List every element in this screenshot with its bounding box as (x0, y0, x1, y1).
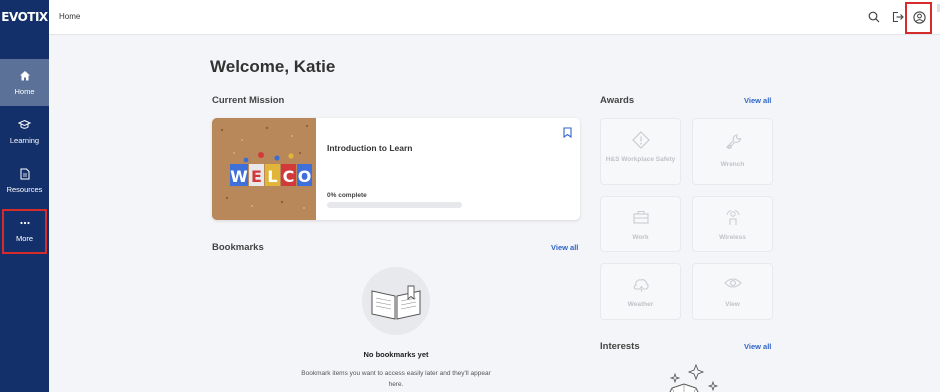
award-card[interactable]: Wireless (692, 196, 773, 252)
evotix-logo[interactable]: EVOTIX (0, 10, 49, 24)
graduation-cap-icon (0, 119, 49, 131)
award-label: Work (632, 234, 649, 241)
award-label: Wireless (719, 234, 746, 241)
svg-text:E: E (251, 167, 262, 186)
award-card[interactable]: Work (600, 196, 681, 252)
logout-icon[interactable] (891, 10, 905, 24)
current-mission-card[interactable]: W E L C O Introduction to Learn 0% compl… (212, 118, 580, 220)
wrench-icon (693, 133, 772, 151)
svg-text:W: W (230, 167, 248, 186)
mission-progress-bar (327, 202, 462, 208)
award-card[interactable]: View (692, 263, 773, 320)
sidebar-item-label: Home (14, 87, 35, 96)
highlight-box-account (905, 2, 932, 34)
welcome-heading: Welcome, Katie (210, 57, 336, 76)
empty-bookmarks-title: No bookmarks yet (363, 350, 429, 359)
interests-title: Interests (600, 341, 640, 352)
mission-thumbnail: W E L C O (212, 118, 316, 220)
award-card[interactable]: Weather (600, 263, 681, 320)
top-bar: Home (49, 0, 940, 35)
award-label: View (725, 301, 740, 308)
svg-text:C: C (283, 167, 295, 186)
awards-view-all-link[interactable]: View all (744, 96, 771, 105)
empty-bookmarks-description: Bookmark items you want to access easily… (301, 370, 491, 388)
interests-illustration (648, 360, 720, 392)
highlight-box-more (2, 209, 47, 254)
awards-title: Awards (600, 95, 635, 106)
bookmarks-view-all-link[interactable]: View all (551, 243, 578, 252)
document-icon (0, 168, 49, 180)
bookmark-icon[interactable] (563, 125, 572, 143)
sidebar: EVOTIX Home Learning Resources More (0, 0, 49, 392)
breadcrumb[interactable]: Home (59, 12, 80, 21)
wireless-icon (693, 209, 772, 227)
bookmarks-title: Bookmarks (212, 242, 264, 253)
interests-view-all-link[interactable]: View all (744, 342, 771, 351)
award-label: H&S Workplace Safety (605, 156, 676, 163)
svg-text:O: O (298, 167, 312, 186)
mission-progress-label: 0% complete (327, 192, 367, 199)
weather-icon (601, 276, 680, 294)
sidebar-item-home[interactable]: Home (0, 59, 49, 106)
sidebar-item-learning[interactable]: Learning (0, 108, 49, 155)
search-icon[interactable] (867, 10, 881, 24)
sidebar-item-resources[interactable]: Resources (0, 157, 49, 204)
eye-icon (693, 276, 772, 290)
warning-diamond-icon (601, 131, 680, 149)
award-label: Wrench (720, 161, 745, 168)
award-label: Weather (627, 301, 654, 308)
current-mission-title: Current Mission (212, 95, 285, 106)
sidebar-item-label: Learning (9, 136, 40, 145)
mission-course-title[interactable]: Introduction to Learn (327, 143, 412, 153)
award-card[interactable]: H&S Workplace Safety (600, 118, 681, 185)
sidebar-item-label: Resources (6, 185, 43, 194)
award-card[interactable]: Wrench (692, 118, 773, 185)
work-icon (601, 209, 680, 225)
empty-bookmarks-illustration (362, 267, 430, 335)
home-icon (0, 70, 49, 82)
svg-text:L: L (267, 167, 277, 186)
